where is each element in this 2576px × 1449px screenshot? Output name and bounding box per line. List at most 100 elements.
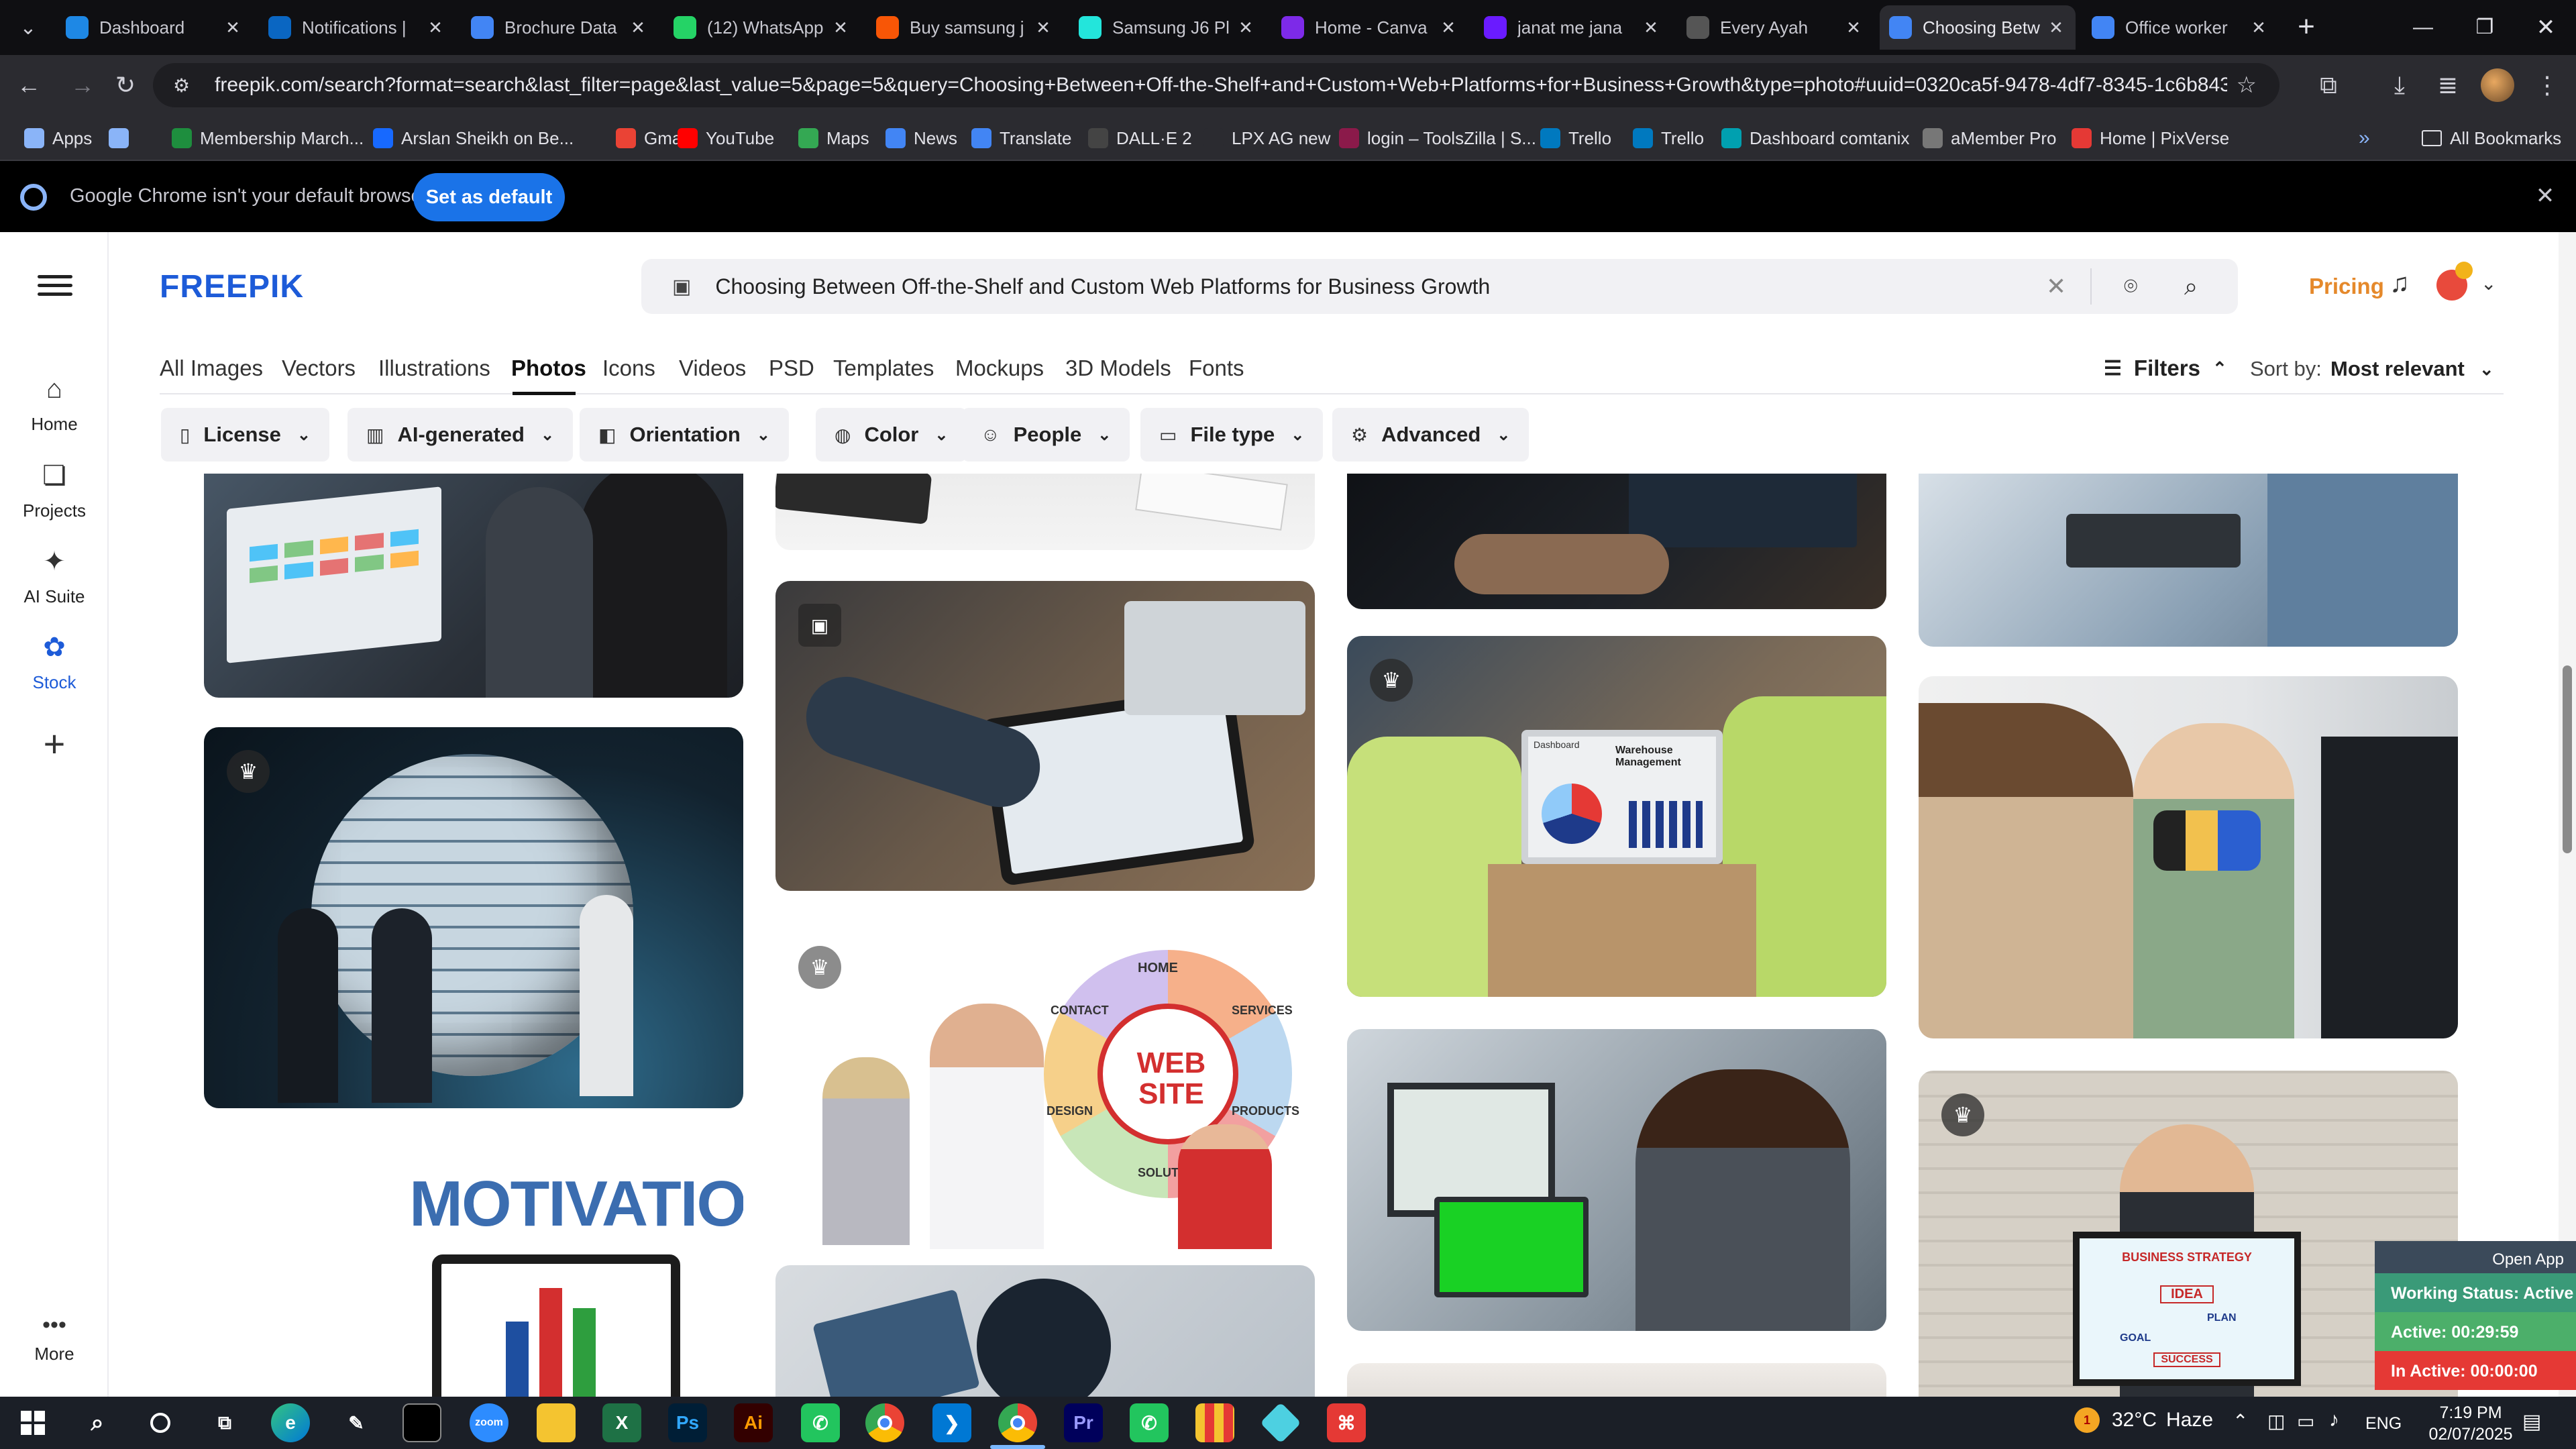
bookmark-item[interactable]: Translate xyxy=(971,123,1071,153)
hamburger-menu-icon[interactable] xyxy=(38,272,72,299)
browser-tab[interactable]: Brochure Data ✕ xyxy=(462,5,657,50)
photo-card-green-screen-laptop[interactable] xyxy=(1347,1029,1886,1331)
bookmark-item[interactable] xyxy=(109,123,137,153)
address-bar[interactable]: ⚙ freepik.com/search?format=search&last_… xyxy=(153,63,2279,107)
close-tab-icon[interactable]: ✕ xyxy=(1438,17,1458,38)
reload-button[interactable]: ↻ xyxy=(107,67,144,103)
meet-now-icon[interactable]: ◫ xyxy=(2267,1410,2285,1432)
browser-tab[interactable]: Samsung J6 Pl ✕ xyxy=(1069,5,1265,50)
file-explorer-icon[interactable] xyxy=(537,1403,576,1442)
filter-chip[interactable]: ◍ Color ⌄ xyxy=(816,408,967,462)
illustrator-icon[interactable]: Ai xyxy=(734,1403,773,1442)
download-icon[interactable]: ⤓ xyxy=(2381,67,2418,103)
camera-search-icon[interactable]: ⌾ xyxy=(2124,274,2137,300)
back-button[interactable]: ← xyxy=(11,67,47,103)
close-tab-icon[interactable]: ✕ xyxy=(2046,17,2066,38)
cortana-icon[interactable] xyxy=(141,1403,180,1442)
close-tab-icon[interactable]: ✕ xyxy=(1843,17,1864,38)
chrome-icon[interactable] xyxy=(865,1403,904,1442)
category-tab[interactable]: Icons xyxy=(602,356,655,381)
site-info-icon[interactable]: ⚙ xyxy=(173,74,200,97)
category-tab[interactable]: Mockups xyxy=(955,356,1044,381)
category-tab[interactable]: 3D Models xyxy=(1065,356,1171,381)
browser-tab[interactable]: Choosing Betw ✕ xyxy=(1880,5,2076,50)
calendar-grid-icon[interactable] xyxy=(1195,1403,1234,1442)
close-tab-icon[interactable]: ✕ xyxy=(830,17,851,38)
photo-card-tablet-map[interactable]: ▣ xyxy=(775,581,1315,891)
browser-tab[interactable]: Every Ayah ✕ xyxy=(1677,5,1873,50)
close-tab-icon[interactable]: ✕ xyxy=(628,17,648,38)
terminal-icon[interactable] xyxy=(402,1403,441,1442)
bookmark-item[interactable]: Arslan Sheikh on Be... xyxy=(373,123,574,153)
category-tab[interactable]: Illustrations xyxy=(378,356,490,381)
filter-chip[interactable]: ▭ File type ⌄ xyxy=(1140,408,1324,462)
browser-tab[interactable]: Dashboard ✕ xyxy=(56,5,252,50)
photo-card-motivation[interactable]: MOTIVATION xyxy=(204,1140,743,1397)
browser-tab[interactable]: Office worker ✕ xyxy=(2082,5,2278,50)
bookmark-item[interactable]: DALL·E 2 xyxy=(1088,123,1192,153)
category-tab[interactable]: Fonts xyxy=(1189,356,1244,381)
photo-card-office-desk[interactable] xyxy=(1919,474,2458,647)
search-bar[interactable]: ▣ Choosing Between Off-the-Shelf and Cus… xyxy=(641,259,2238,314)
browser-tab[interactable]: Buy samsung j ✕ xyxy=(867,5,1063,50)
forward-button[interactable]: → xyxy=(64,67,101,103)
media-control-icon[interactable]: ≣ xyxy=(2430,67,2466,103)
vscode-icon[interactable]: ❯ xyxy=(932,1403,971,1442)
bookmark-item[interactable]: Membership March... xyxy=(172,123,364,153)
browser-tab[interactable]: Home - Canva ✕ xyxy=(1272,5,1468,50)
browser-tab[interactable]: janat me jana ✕ xyxy=(1474,5,1670,50)
bookmark-item[interactable]: LPX AG new xyxy=(1203,123,1330,153)
premiere-icon[interactable]: Pr xyxy=(1064,1403,1103,1442)
photo-card-3d-printer[interactable] xyxy=(1919,676,2458,1038)
set-as-default-button[interactable]: Set as default xyxy=(413,173,565,221)
phone-app-icon[interactable]: ✆ xyxy=(801,1403,840,1442)
close-tab-icon[interactable]: ✕ xyxy=(2249,17,2269,38)
filter-chip[interactable]: ☺ People ⌄ xyxy=(962,408,1130,462)
browser-tab[interactable]: Notifications | ✕ xyxy=(259,5,455,50)
edge-icon[interactable]: e xyxy=(271,1403,310,1442)
account-chevron-icon[interactable]: ⌄ xyxy=(2481,272,2496,294)
clock[interactable]: 7:19 PM 02/07/2025 xyxy=(2427,1402,2514,1445)
notification-center-icon[interactable]: ▤ xyxy=(2522,1410,2541,1434)
photo-card-partial[interactable] xyxy=(1347,1363,1886,1397)
bookmark-star-icon[interactable]: ☆ xyxy=(2237,72,2257,99)
close-tab-icon[interactable]: ✕ xyxy=(1641,17,1661,38)
open-app-button[interactable]: Open App xyxy=(2375,1241,2576,1273)
filter-chip[interactable]: ⚙ Advanced ⌄ xyxy=(1332,408,1529,462)
pen-tool-icon[interactable]: ✎ xyxy=(337,1403,376,1442)
weather-widget[interactable]: 1 32°C Haze xyxy=(2074,1407,2213,1433)
bookmark-item[interactable]: Apps xyxy=(24,123,92,153)
bookmark-item[interactable]: aMember Pro xyxy=(1923,123,2057,153)
profile-avatar[interactable] xyxy=(2481,68,2514,102)
keyboard-language[interactable]: ENG xyxy=(2365,1414,2402,1434)
extensions-icon[interactable]: ⧉ xyxy=(2310,67,2347,103)
system-tray-chevron-icon[interactable]: ⌃ xyxy=(2233,1410,2248,1432)
filter-chip[interactable]: ◧ Orientation ⌄ xyxy=(580,408,789,462)
photo-card-laptop-typing[interactable] xyxy=(1347,474,1886,609)
search-icon[interactable]: ⌕ xyxy=(2184,272,2198,301)
bookmark-item[interactable]: News xyxy=(885,123,957,153)
new-tab-button[interactable]: + xyxy=(2288,9,2325,47)
category-tab[interactable]: PSD xyxy=(769,356,814,381)
filter-chip[interactable]: ▥ AI-generated ⌄ xyxy=(347,408,574,462)
close-tab-icon[interactable]: ✕ xyxy=(223,17,243,38)
app-diamond-icon[interactable] xyxy=(1260,1402,1301,1444)
page-scrollbar[interactable] xyxy=(2559,232,2576,1397)
chrome-menu-icon[interactable]: ⋮ xyxy=(2529,67,2565,103)
excel-icon[interactable]: X xyxy=(602,1403,641,1442)
nav-home[interactable]: ⌂ Home xyxy=(0,374,109,435)
infobar-close-icon[interactable]: ✕ xyxy=(2528,178,2563,213)
bookmark-item[interactable]: YouTube xyxy=(678,123,774,153)
bookmark-item[interactable]: Trello xyxy=(1633,123,1704,153)
close-tab-icon[interactable]: ✕ xyxy=(1236,17,1256,38)
category-tab[interactable]: Videos xyxy=(679,356,746,381)
notification-bell-icon[interactable]: ♫ xyxy=(2390,268,2410,299)
category-tab[interactable]: Photos xyxy=(511,356,586,381)
bookmark-item[interactable]: Home | PixVerse xyxy=(2072,123,2229,153)
photo-card-desk-keyboard[interactable] xyxy=(775,474,1315,550)
zoom-icon[interactable]: zoom xyxy=(470,1403,508,1442)
close-window-button[interactable]: ✕ xyxy=(2516,0,2576,55)
close-tab-icon[interactable]: ✕ xyxy=(425,17,445,38)
bookmark-item[interactable]: Maps xyxy=(798,123,869,153)
volume-icon[interactable]: ♪ xyxy=(2329,1409,2339,1432)
